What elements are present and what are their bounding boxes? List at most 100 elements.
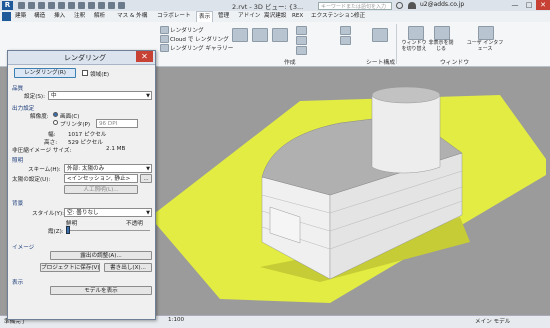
style-label: スタイル(Y): <box>32 211 65 217</box>
scale-indicator[interactable]: 1:100 <box>168 317 184 323</box>
dialog-close-button[interactable]: ✕ <box>136 51 153 62</box>
tab-structure[interactable]: 構造 <box>32 11 47 22</box>
haze-slider-thumb[interactable] <box>66 226 70 234</box>
user-interface-button[interactable]: ユーザ インタフェース <box>466 40 504 52</box>
switch-window-button[interactable]: ウィンドウを切り替え <box>400 40 428 52</box>
chevron-down-icon: ▼ <box>146 93 150 99</box>
tab-extensions[interactable]: エクステンション <box>309 11 358 22</box>
active-model-label[interactable]: メイン モデル <box>475 317 510 325</box>
sun-setting-value: <インセッション, 静止> <box>67 176 131 182</box>
tab-custom[interactable]: 嵩沢建設 <box>262 11 288 22</box>
text-icon[interactable] <box>78 2 85 9</box>
printer-option-label: プリンタ(P) <box>60 122 91 128</box>
sun-setting-browse-button[interactable]: ... <box>140 174 152 183</box>
save-to-project-button[interactable]: プロジェクトに保存(V)... <box>40 263 100 272</box>
section-icon[interactable] <box>98 2 105 9</box>
settings-icon[interactable] <box>118 2 125 9</box>
background-section: 背景 <box>12 201 24 207</box>
measure-icon[interactable] <box>68 2 75 9</box>
cylinder-tower <box>371 94 441 174</box>
open-icon[interactable] <box>18 2 25 9</box>
sheet-icon[interactable] <box>372 28 388 42</box>
tab-insert[interactable]: 挿入 <box>52 11 67 22</box>
cloud-render-icon[interactable] <box>160 35 169 43</box>
tab-collaborate[interactable]: コラボレート <box>155 11 193 22</box>
render-button[interactable]: レンダリング(R) <box>14 68 76 78</box>
section-tool-icon[interactable] <box>252 28 268 42</box>
height-label: 高さ: <box>44 140 58 146</box>
group-sheet-label: シート構成 <box>366 60 395 66</box>
setting-label: 設定(S): <box>24 94 45 100</box>
cloud-render-command[interactable]: Cloud で レンダリング <box>170 35 229 43</box>
switch-window-icon[interactable] <box>408 26 424 40</box>
ribbon-separator <box>396 24 397 64</box>
region-label: 領域(E) <box>90 72 110 78</box>
scheme-select[interactable]: 外部: 太陽のみ ▼ <box>64 164 152 173</box>
redo-icon[interactable] <box>48 2 55 9</box>
window-title: 2.rvt - 3D ビュー: {3... <box>232 3 304 11</box>
app-logo[interactable]: R <box>2 1 13 10</box>
render-gallery-icon[interactable] <box>160 44 169 52</box>
undo-icon[interactable] <box>38 2 45 9</box>
image-section: イメージ <box>12 245 35 251</box>
sun-setting-field: <インセッション, 静止> <box>64 174 138 183</box>
elevation-icon[interactable] <box>296 36 307 45</box>
tab-manage[interactable]: 管理 <box>216 11 231 22</box>
3d-view-tool-icon[interactable] <box>232 28 248 42</box>
plan-view-icon[interactable] <box>296 26 307 35</box>
callout-tool-icon[interactable] <box>272 28 288 42</box>
search-icon[interactable] <box>396 2 403 9</box>
close-button[interactable]: ✕ <box>536 0 550 10</box>
render-icon[interactable] <box>160 26 169 34</box>
resolution-label: 解像度: <box>30 114 49 120</box>
tab-rex[interactable]: REX <box>290 11 305 22</box>
width-label: 幅: <box>48 132 56 138</box>
screen-radio[interactable] <box>53 112 58 117</box>
maximize-button[interactable]: □ <box>522 0 536 10</box>
file-menu-icon[interactable] <box>2 12 11 21</box>
output-section: 出力設定 <box>12 106 35 112</box>
show-model-button[interactable]: モデルを表示 <box>50 286 152 295</box>
artificial-lights-button[interactable]: 人工照明(L)... <box>64 185 138 194</box>
search-input[interactable]: キーワードまたは語句を入力 <box>318 1 392 10</box>
background-style-select[interactable]: 空: 曇りなし ▼ <box>64 208 152 217</box>
user-interface-icon[interactable] <box>478 26 494 40</box>
tab-addins[interactable]: アドイン <box>236 11 262 22</box>
adjust-exposure-button[interactable]: 露出の調整(A)... <box>50 251 152 260</box>
region-checkbox[interactable] <box>82 70 88 76</box>
user-name[interactable]: u2@adds.co.jp <box>420 1 464 8</box>
tab-architecture[interactable]: 建築 <box>13 11 28 22</box>
rendering-dialog: レンダリング ✕ レンダリング(R) 領域(E) 品質 設定(S): 中 ▼ 出… <box>7 50 156 320</box>
render-command[interactable]: レンダリング <box>170 26 204 34</box>
quality-select-value: 中 <box>51 93 57 99</box>
schedule-icon[interactable] <box>340 36 351 45</box>
minimize-button[interactable]: — <box>508 0 522 10</box>
close-hidden-windows-icon[interactable] <box>434 26 450 40</box>
tab-modify[interactable]: 修正 <box>352 11 367 22</box>
close-hidden-button[interactable]: 非表示を閉じる <box>428 40 454 52</box>
save-icon[interactable] <box>28 2 35 9</box>
export-button[interactable]: 書き出し(X)... <box>104 263 152 272</box>
image-size-value: 2.1 MB <box>106 146 126 152</box>
chevron-down-icon: ▼ <box>146 166 150 172</box>
legend-icon[interactable] <box>340 26 351 35</box>
user-icon[interactable] <box>408 2 416 9</box>
quality-select[interactable]: 中 ▼ <box>48 91 152 100</box>
width-value: 1017 ピクセル <box>68 132 107 138</box>
printer-radio[interactable] <box>53 120 58 125</box>
close-hidden-icon[interactable] <box>108 2 115 9</box>
screen-option-label: 画面(C) <box>60 114 80 120</box>
dpi-select[interactable]: 96 DPI <box>96 119 138 128</box>
render-gallery-command[interactable]: レンダリング ギャラリー <box>170 44 233 52</box>
print-icon[interactable] <box>58 2 65 9</box>
3d-view-icon[interactable] <box>88 2 95 9</box>
scheme-label: スキーム(H): <box>28 167 61 173</box>
chevron-down-icon: ▼ <box>146 210 150 216</box>
tab-annotate[interactable]: 注釈 <box>72 11 87 22</box>
group-window-label: ウィンドウ <box>440 60 469 66</box>
tab-massing-site[interactable]: マス & 外構 <box>115 11 149 22</box>
tab-analyze[interactable]: 解析 <box>92 11 107 22</box>
drafting-view-icon[interactable] <box>296 46 307 55</box>
haze-slider-track[interactable] <box>66 230 150 231</box>
dpi-select-value: 96 DPI <box>99 121 118 127</box>
